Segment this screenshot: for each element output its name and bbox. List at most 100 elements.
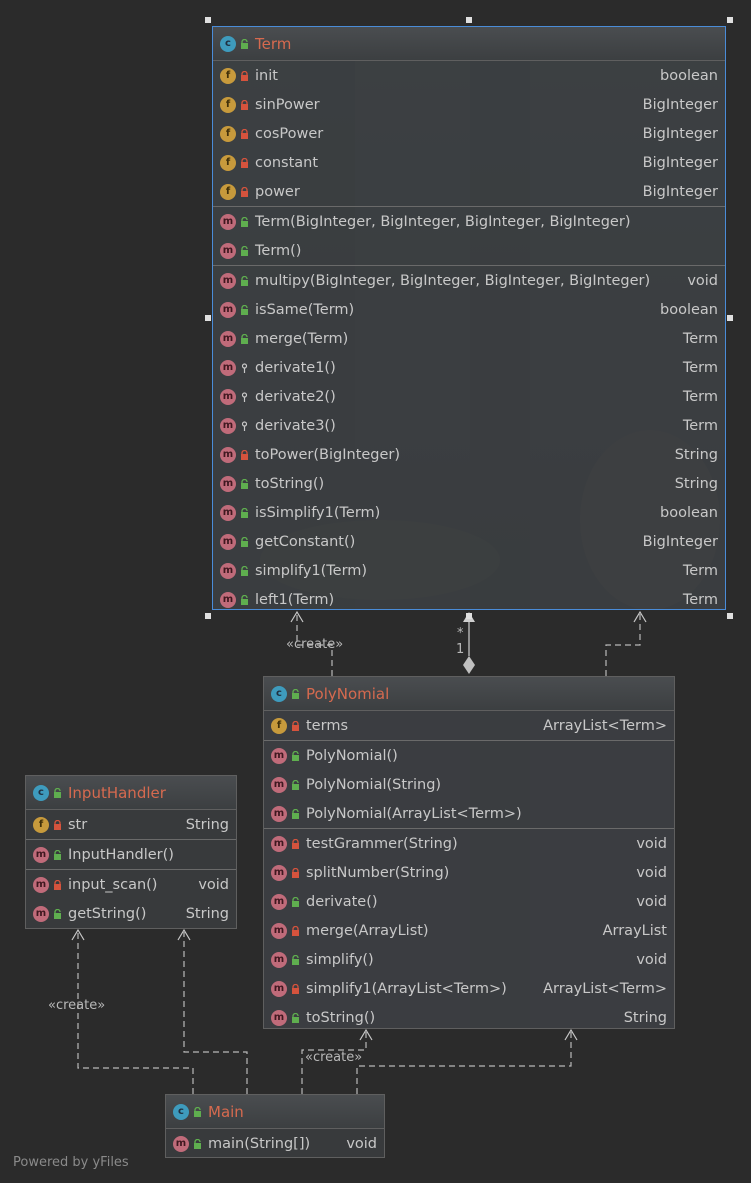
member-type: ArrayList xyxy=(602,922,667,939)
class-icon: c xyxy=(173,1103,189,1120)
method-row[interactable]: m merge(Term) Term xyxy=(213,324,725,353)
method-icon: m xyxy=(220,213,236,230)
member-type: BigInteger xyxy=(642,533,718,550)
member-type: String xyxy=(623,1009,667,1026)
method-row[interactable]: m left1(Term) Term xyxy=(213,585,725,614)
field-row[interactable]: f constant BigInteger xyxy=(213,148,725,177)
method-icon: m xyxy=(271,1009,287,1026)
visibility-private-icon xyxy=(240,186,249,197)
member-name: isSame(Term) xyxy=(255,301,355,318)
method-row[interactable]: m merge(ArrayList) ArrayList xyxy=(264,916,674,945)
class-header[interactable]: c InputHandler xyxy=(26,776,236,810)
member-name: derivate1() xyxy=(255,359,336,376)
selection-handle[interactable] xyxy=(205,17,211,23)
member-type: BigInteger xyxy=(642,154,718,171)
class-icon: c xyxy=(33,784,49,801)
member-name: getConstant() xyxy=(255,533,356,550)
field-row[interactable]: f init boolean xyxy=(213,61,725,90)
member-type: boolean xyxy=(660,301,718,318)
method-icon: m xyxy=(220,272,236,289)
method-row[interactable]: m isSame(Term) boolean xyxy=(213,295,725,324)
class-main[interactable]: c Main m main(String[]) void xyxy=(165,1094,385,1158)
field-row[interactable]: f terms ArrayList<Term> xyxy=(264,711,674,740)
method-row[interactable]: m splitNumber(String) void xyxy=(264,858,674,887)
visibility-private-icon xyxy=(53,879,62,890)
method-row[interactable]: m getConstant() BigInteger xyxy=(213,527,725,556)
field-row[interactable]: f cosPower BigInteger xyxy=(213,119,725,148)
fields-section: f str String xyxy=(26,810,236,840)
member-type: BigInteger xyxy=(642,183,718,200)
visibility-public-icon xyxy=(240,507,249,518)
method-row[interactable]: m derivate2() Term xyxy=(213,382,725,411)
method-row[interactable]: m PolyNomial(ArrayList<Term>) xyxy=(264,799,674,828)
visibility-public-icon xyxy=(240,245,249,256)
field-row[interactable]: f str String xyxy=(26,810,236,839)
field-icon: f xyxy=(33,816,49,833)
selection-handle[interactable] xyxy=(727,613,733,619)
visibility-public-icon xyxy=(193,1138,202,1149)
class-polynomial[interactable]: c PolyNomial f terms ArrayList<Term> m PolyNom… xyxy=(263,676,675,1029)
dependency-poly-term xyxy=(605,614,641,676)
member-name: sinPower xyxy=(255,96,320,113)
method-row[interactable]: m InputHandler() xyxy=(26,840,236,869)
class-header[interactable]: c Term xyxy=(213,27,725,61)
methods-section: m testGrammer(String) void m splitNumber(Str… xyxy=(264,829,674,1032)
visibility-public-icon xyxy=(291,1012,300,1023)
class-header[interactable]: c PolyNomial xyxy=(264,677,674,711)
visibility-private-icon xyxy=(240,128,249,139)
class-term[interactable]: c Term f init boolean f sinPower BigInteger f cos… xyxy=(212,26,726,610)
field-icon: f xyxy=(220,125,236,142)
method-row[interactable]: m Term(BigInteger, BigInteger, BigInteger… xyxy=(213,207,725,236)
method-row[interactable]: m simplify1(ArrayList<Term>) ArrayList<Ter… xyxy=(264,974,674,1003)
method-icon: m xyxy=(271,864,287,881)
selection-handle[interactable] xyxy=(727,315,733,321)
field-row[interactable]: f power BigInteger xyxy=(213,177,725,206)
method-row[interactable]: m derivate1() Term xyxy=(213,353,725,382)
method-icon: m xyxy=(271,951,287,968)
member-type: Term xyxy=(682,330,718,347)
dependency-main-input-create xyxy=(77,932,194,1094)
create-label: «create» xyxy=(305,1050,363,1065)
method-row[interactable]: m isSimplify1(Term) boolean xyxy=(213,498,725,527)
member-name: Term(BigInteger, BigInteger, BigInteger,… xyxy=(255,213,631,230)
composition-diamond xyxy=(463,656,475,674)
method-row[interactable]: m simplify() void xyxy=(264,945,674,974)
member-type: ArrayList<Term> xyxy=(543,717,667,734)
method-row[interactable]: m toPower(BigInteger) String xyxy=(213,440,725,469)
visibility-public-icon xyxy=(291,808,300,819)
visibility-public-icon xyxy=(53,908,62,919)
member-name: testGrammer(String) xyxy=(306,835,458,852)
method-row[interactable]: m multipy(BigInteger, BigInteger, BigInte… xyxy=(213,266,725,295)
method-row[interactable]: m derivate() void xyxy=(264,887,674,916)
member-name: toString() xyxy=(255,475,325,492)
method-row[interactable]: m toString() String xyxy=(213,469,725,498)
selection-handle[interactable] xyxy=(466,17,472,23)
method-icon: m xyxy=(271,776,287,793)
multiplicity-one: 1 xyxy=(456,642,465,657)
visibility-private-icon xyxy=(291,720,300,731)
method-row[interactable]: m derivate3() Term xyxy=(213,411,725,440)
class-name: InputHandler xyxy=(68,783,166,802)
constructors-section: m Term(BigInteger, BigInteger, BigInteger… xyxy=(213,207,725,266)
member-name: terms xyxy=(306,717,348,734)
methods-section: m main(String[]) void xyxy=(166,1129,384,1158)
class-header[interactable]: c Main xyxy=(166,1095,384,1129)
method-row[interactable]: m simplify1(Term) Term xyxy=(213,556,725,585)
method-row[interactable]: m Term() xyxy=(213,236,725,265)
method-icon: m xyxy=(220,417,236,434)
class-icon: c xyxy=(220,35,236,52)
method-row[interactable]: m main(String[]) void xyxy=(166,1129,384,1158)
selection-handle[interactable] xyxy=(205,315,211,321)
selection-handle[interactable] xyxy=(727,17,733,23)
visibility-private-icon xyxy=(291,867,300,878)
method-row[interactable]: m getString() String xyxy=(26,899,236,928)
field-row[interactable]: f sinPower BigInteger xyxy=(213,90,725,119)
method-row[interactable]: m toString() String xyxy=(264,1003,674,1032)
method-row[interactable]: m input_scan() void xyxy=(26,870,236,899)
selection-handle[interactable] xyxy=(205,613,211,619)
member-name: simplify1(Term) xyxy=(255,562,368,579)
method-row[interactable]: m testGrammer(String) void xyxy=(264,829,674,858)
class-inputhandler[interactable]: c InputHandler f str String m InputHandler() m i… xyxy=(25,775,237,929)
method-row[interactable]: m PolyNomial() xyxy=(264,741,674,770)
method-row[interactable]: m PolyNomial(String) xyxy=(264,770,674,799)
